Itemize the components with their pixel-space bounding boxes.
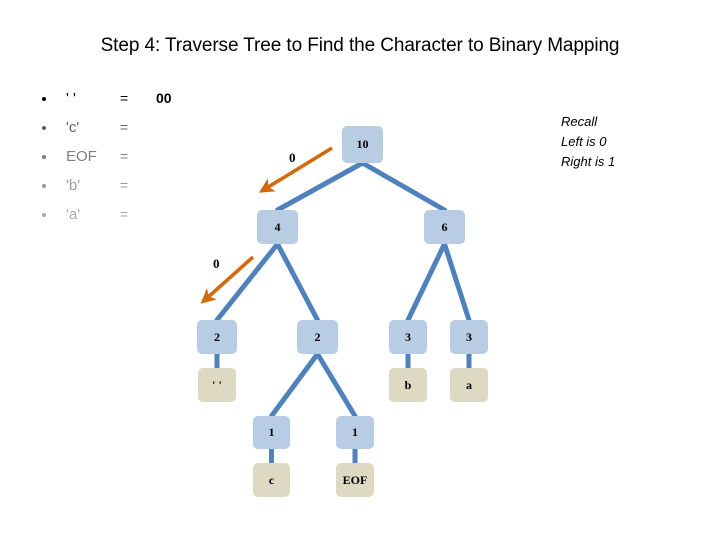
tree-edge xyxy=(442,241,472,323)
tree-node-label: 1 xyxy=(268,425,275,439)
tree-edge xyxy=(360,160,447,213)
tree-edge xyxy=(275,241,320,323)
tree-edge xyxy=(275,160,365,213)
tree-edge xyxy=(405,241,447,323)
tree-node-label: 6 xyxy=(441,219,448,234)
tree-node-label: 3 xyxy=(405,329,411,344)
tree-node-label: b xyxy=(404,377,412,392)
tree-internal-node: 4 xyxy=(257,210,298,244)
tree-internal-node: 1 xyxy=(336,416,374,449)
tree-internal-node: 3 xyxy=(450,320,488,354)
tree-node-label: 2 xyxy=(314,329,321,344)
tree-node-label: 2 xyxy=(214,329,220,344)
tree-internal-node: 1 xyxy=(253,416,290,449)
tree-node-label: 3 xyxy=(466,329,472,344)
tree-internal-node: 6 xyxy=(424,210,465,244)
tree-node-label: EOF xyxy=(342,472,368,487)
huffman-tree: 10 4 6 2 2 3 3 ' ' b a 1 1 c EOF 0 0 xyxy=(0,0,720,540)
tree-internal-node: 10 xyxy=(342,126,383,163)
tree-internal-node: 3 xyxy=(389,320,427,354)
tree-node-label: c xyxy=(268,472,275,487)
tree-node-label: 4 xyxy=(274,219,281,234)
tree-edge xyxy=(315,351,358,419)
slide-canvas: Step 4: Traverse Tree to Find the Charac… xyxy=(0,0,720,540)
tree-leaf-node: ' ' xyxy=(198,368,236,402)
tree-internal-node: 2 xyxy=(197,320,237,354)
tree-node-label: ' ' xyxy=(212,377,222,392)
tree-internal-node: 2 xyxy=(297,320,338,354)
tree-node-label: a xyxy=(466,377,472,392)
arrow-root-left-label: 0 xyxy=(289,150,296,165)
arrow-n4-left-label: 0 xyxy=(213,256,220,271)
tree-node-label: 1 xyxy=(352,425,358,439)
tree-leaf-node: c xyxy=(253,463,290,497)
tree-leaf-node: EOF xyxy=(336,463,374,497)
tree-node-label: 10 xyxy=(356,137,369,151)
tree-edge xyxy=(269,351,320,419)
tree-edges-layer xyxy=(200,146,472,466)
tree-leaf-node: a xyxy=(450,368,488,402)
tree-leaf-node: b xyxy=(389,368,427,402)
